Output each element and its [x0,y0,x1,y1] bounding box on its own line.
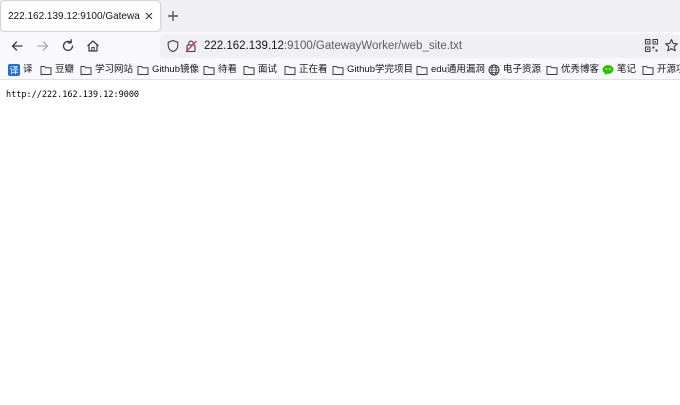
folder-icon [416,66,428,75]
bookmark-edu-vulns[interactable]: edu通用漏洞 [416,63,485,77]
bookmarks-toolbar: 译 译 豆瓣 学习网站 Github镜像 待看 面试 正在看 Github学完项… [0,60,680,80]
bookmark-study-sites[interactable]: 学习网站 [80,63,133,77]
bookmark-github-mirror[interactable]: Github镜像 [137,63,199,77]
folder-icon [243,66,255,75]
tab-strip: 222.162.139.12:9100/GatewayW [0,0,680,32]
bookmark-label: 译 [23,64,33,75]
bookmark-blogs[interactable]: 优秀博客 [546,63,599,77]
browser-tab[interactable]: 222.162.139.12:9100/GatewayW [1,1,160,31]
tab-title: 222.162.139.12:9100/GatewayW [8,11,140,22]
bookmark-notes[interactable]: 笔记 [602,63,636,77]
translate-icon: 译 [8,64,20,76]
insecure-lock-icon[interactable] [184,39,198,53]
shield-icon[interactable] [166,39,180,53]
wechat-icon [602,65,614,76]
bookmark-open-source[interactable]: 开源项 [642,63,680,77]
bookmark-label: 学习网站 [95,64,134,75]
bookmark-label: 开源项 [657,64,680,75]
bookmark-label: 电子资源 [503,64,542,75]
folder-icon [284,66,296,75]
bookmark-label: edu通用漏洞 [431,64,485,75]
arrow-right-icon[interactable] [35,38,51,54]
qr-code-icon[interactable] [645,39,658,52]
bookmark-reading[interactable]: 正在看 [284,63,328,77]
bookmark-label: 正在看 [299,64,328,75]
url-text[interactable]: 222.162.139.12:9100/GatewayWorker/web_si… [204,40,462,53]
reload-icon[interactable] [60,38,76,54]
file-text: http://222.162.139.12:9000 [6,90,140,100]
bookmark-translate[interactable]: 译 译 [8,63,33,77]
bookmark-e-resources[interactable]: 电子资源 [488,63,541,77]
bookmark-label: 笔记 [617,64,637,75]
navigation-toolbar: 222.162.139.12:9100/GatewayWorker/web_si… [0,32,680,60]
bookmark-label: 优秀博客 [561,64,600,75]
globe-icon [488,64,500,76]
url-path: :9100/GatewayWorker/web_site.txt [283,40,463,52]
bookmark-label: Github学完项目 [347,64,413,75]
folder-icon [546,66,558,75]
bookmark-label: 面试 [258,64,278,75]
bookmark-interview[interactable]: 面试 [243,63,277,77]
folder-icon [203,66,215,75]
svg-text:译: 译 [9,66,18,77]
bookmark-label: 待看 [218,64,238,75]
bookmark-github-done[interactable]: Github学完项目 [332,63,413,77]
arrow-left-icon[interactable] [9,38,25,54]
bookmark-douban[interactable]: 豆瓣 [40,63,74,77]
star-icon[interactable] [664,38,679,53]
url-bar[interactable]: 222.162.139.12:9100/GatewayWorker/web_si… [160,34,680,58]
folder-icon [642,66,654,75]
folder-icon [80,66,92,75]
url-host: 222.162.139.12 [204,40,284,52]
bookmark-label: Github镜像 [152,64,199,75]
bookmark-label: 豆瓣 [55,64,75,75]
folder-icon [137,66,149,75]
plus-icon[interactable] [165,8,181,24]
close-icon[interactable] [142,9,156,23]
page-content: http://222.162.139.12:9000 [0,81,680,405]
folder-icon [40,66,52,75]
bookmark-to-read[interactable]: 待看 [203,63,237,77]
folder-icon [332,66,344,75]
home-icon[interactable] [85,38,101,54]
